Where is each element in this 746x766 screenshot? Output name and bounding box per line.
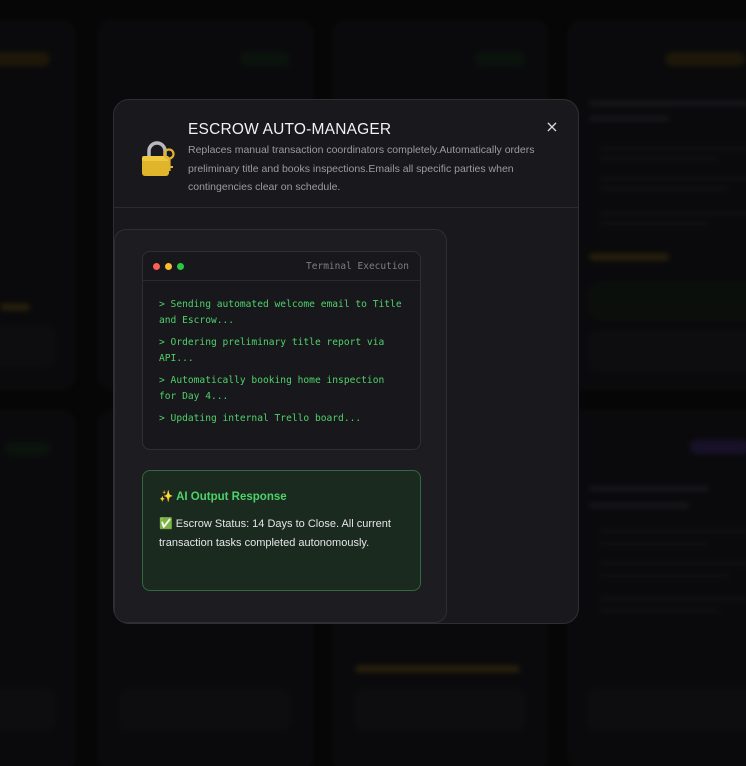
terminal-title: Terminal Execution: [306, 261, 409, 272]
simulation-panel: Terminal Execution > Sending automated w…: [114, 229, 447, 623]
modal-description: Replaces manual transaction coordinators…: [188, 144, 535, 193]
ai-output-title: ✨ AI Output Response: [159, 489, 287, 503]
terminal-line: > Ordering preliminary title report via …: [159, 337, 385, 364]
ai-output-box: ✨ AI Output Response ✅ Escrow Status: 14…: [142, 470, 421, 591]
ai-output-title-text: AI Output Response: [176, 491, 287, 503]
window-close-dot-icon: [153, 263, 160, 270]
close-button[interactable]: ×: [543, 118, 561, 136]
ai-output-text: ✅ Escrow Status: 14 Days to Close. All c…: [159, 515, 407, 552]
window-minimize-dot-icon: [165, 263, 172, 270]
app-page: ESCROW AUTO-MANAGER Replaces manual tran…: [0, 0, 746, 766]
terminal-header: Terminal Execution: [143, 252, 420, 281]
terminal-line: > Automatically booking home inspection …: [159, 375, 385, 402]
check-mark-icon: ✅: [159, 518, 173, 530]
modal-header: ESCROW AUTO-MANAGER Replaces manual tran…: [114, 100, 578, 208]
ai-output-status: Escrow Status: 14 Days to Close. All cur…: [159, 518, 391, 549]
sparkles-icon: ✨: [159, 491, 174, 503]
modal-title: ESCROW AUTO-MANAGER: [188, 121, 392, 138]
lock-icon: [142, 141, 175, 176]
terminal-line: > Updating internal Trello board...: [159, 413, 362, 424]
terminal-window: Terminal Execution > Sending automated w…: [142, 251, 421, 450]
escrow-modal: ESCROW AUTO-MANAGER Replaces manual tran…: [113, 99, 579, 624]
window-maximize-dot-icon: [177, 263, 184, 270]
terminal-line: > Sending automated welcome email to Tit…: [159, 299, 402, 326]
terminal-output: > Sending automated welcome email to Tit…: [143, 281, 420, 427]
